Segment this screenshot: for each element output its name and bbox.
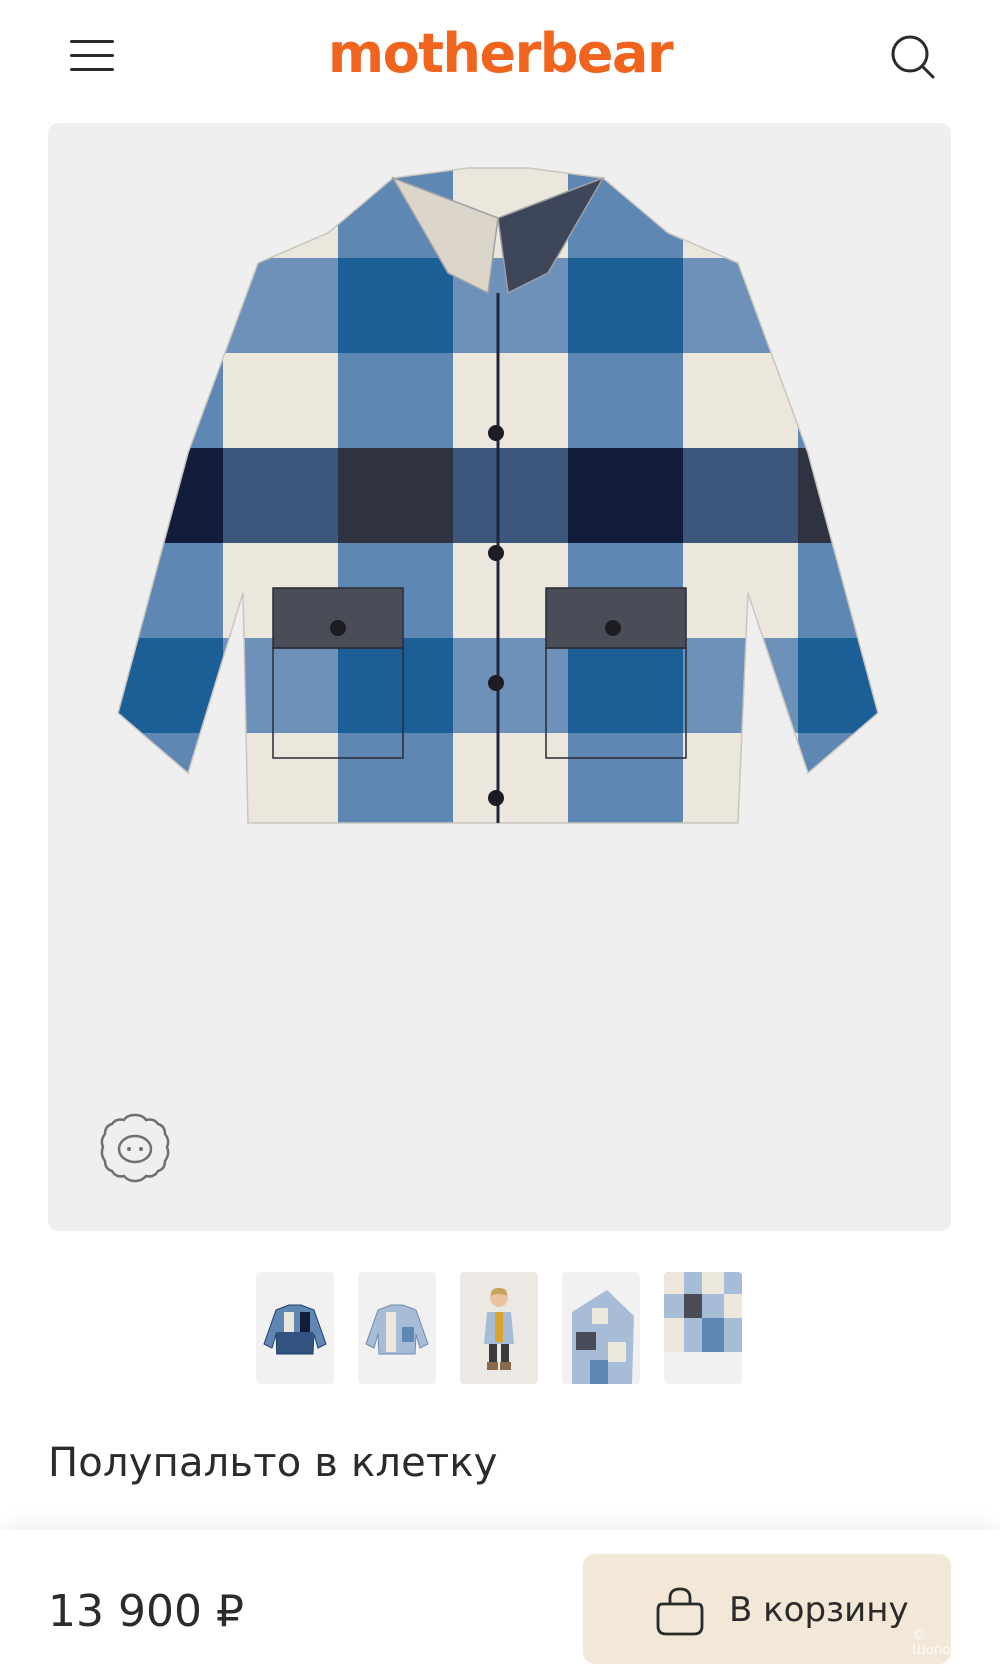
watermark-text: © Шопоголик	[912, 1628, 990, 1658]
thumbnail-coat-front-light[interactable]	[358, 1272, 436, 1384]
thumbnail-fabric-closeup-image	[664, 1272, 742, 1352]
plaid-coat-photo[interactable]	[48, 123, 951, 923]
product-price: 13 900 ₽	[48, 1586, 244, 1637]
thumbnail-model-photo-image	[460, 1272, 538, 1384]
thumbnail-fabric-closeup[interactable]	[664, 1272, 742, 1384]
thumbnail-coat-front-dark-image	[263, 1304, 327, 1355]
brand-logo[interactable]: motherbear	[0, 22, 1000, 85]
thumbnail-model-photo[interactable]	[460, 1272, 538, 1384]
thumbnail-coat-fold-image	[572, 1290, 634, 1384]
thumbnail-coat-front-light-image	[365, 1304, 429, 1355]
thumbnail-strip	[256, 1272, 744, 1384]
product-title: Полупальто в клетку	[48, 1440, 498, 1486]
purchase-bar: 13 900 ₽ В корзину	[0, 1530, 1000, 1669]
add-to-cart-button[interactable]: В корзину	[583, 1554, 951, 1664]
search-button[interactable]	[888, 32, 938, 82]
thumbnail-coat-fold[interactable]	[562, 1272, 640, 1384]
thumbnail-coat-front-dark[interactable]	[256, 1272, 334, 1384]
wool-sheep-icon	[100, 1113, 170, 1183]
search-icon	[891, 35, 935, 79]
top-header: motherbear	[0, 0, 1000, 115]
shopping-bag-icon	[656, 1587, 704, 1636]
product-gallery[interactable]	[48, 123, 951, 1231]
add-to-cart-label: В корзину	[729, 1590, 909, 1630]
